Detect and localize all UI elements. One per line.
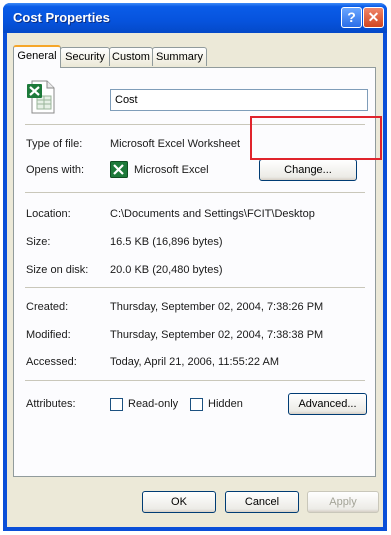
tab-security[interactable]: Security [60,47,110,66]
tab-custom[interactable]: Custom [109,47,153,66]
accessed-label: Accessed: [26,356,77,368]
read-only-checkbox[interactable] [110,398,123,411]
hidden-label[interactable]: Hidden [208,398,243,410]
window-title: Cost Properties [13,10,110,25]
cancel-button[interactable]: Cancel [225,491,299,513]
properties-dialog: Cost Properties ? ✕ General Security Cus… [3,3,387,531]
excel-app-icon [110,161,128,178]
file-name-field[interactable]: Cost [110,89,368,111]
divider [25,192,365,193]
location-value: C:\Documents and Settings\FCIT\Desktop [110,208,315,220]
dialog-body: General Security Custom Summary Cost Typ… [7,33,383,527]
advanced-button[interactable]: Advanced... [288,393,367,415]
title-bar[interactable]: Cost Properties ? ✕ [3,3,387,33]
modified-label: Modified: [26,329,71,341]
size-label: Size: [26,236,51,248]
tab-general[interactable]: General [13,45,61,68]
excel-file-icon [27,80,55,114]
read-only-label[interactable]: Read-only [128,398,178,410]
divider [25,287,365,288]
opens-with-label: Opens with: [26,164,85,176]
change-button-highlight [250,116,382,160]
tab-summary[interactable]: Summary [152,47,207,66]
type-of-file-label: Type of file: [26,138,83,150]
divider [25,380,365,381]
attributes-label: Attributes: [26,398,76,410]
size-on-disk-value: 20.0 KB (20,480 bytes) [110,264,223,276]
hidden-checkbox[interactable] [190,398,203,411]
accessed-value: Today, April 21, 2006, 11:55:22 AM [110,356,279,368]
size-value: 16.5 KB (16,896 bytes) [110,236,223,248]
close-button[interactable]: ✕ [363,7,384,28]
location-label: Location: [26,208,71,220]
modified-value: Thursday, September 02, 2004, 7:38:38 PM [110,329,324,341]
size-on-disk-label: Size on disk: [26,264,89,276]
created-label: Created: [26,301,69,313]
type-of-file-value: Microsoft Excel Worksheet [110,138,241,150]
change-button[interactable]: Change... [259,159,357,181]
opens-with-value: Microsoft Excel [134,164,209,176]
created-value: Thursday, September 02, 2004, 7:38:26 PM [110,301,324,313]
help-button[interactable]: ? [341,7,362,28]
apply-button[interactable]: Apply [307,491,379,513]
ok-button[interactable]: OK [142,491,216,513]
